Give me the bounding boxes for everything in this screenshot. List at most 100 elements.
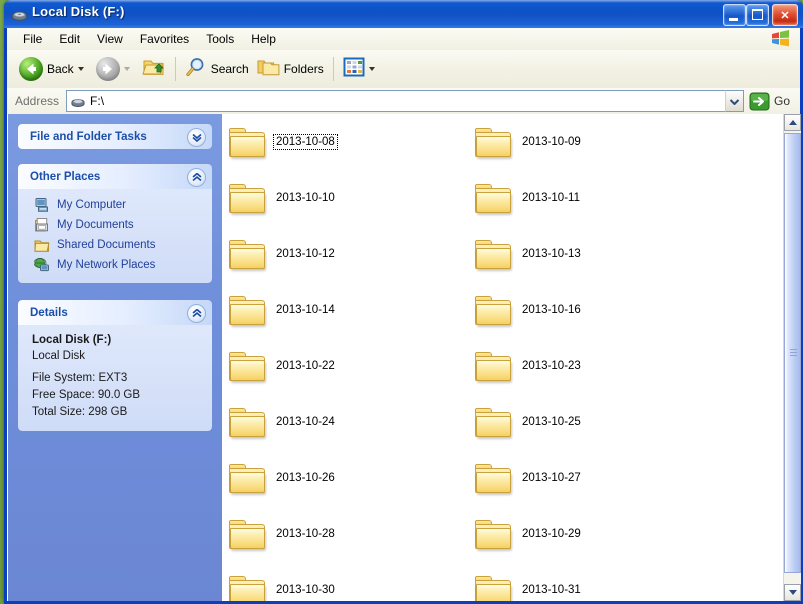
close-button[interactable]: ✕ xyxy=(772,4,798,26)
hard-disk-icon xyxy=(70,94,86,108)
file-item[interactable]: 2013-10-13 xyxy=(468,226,714,282)
chevron-up-icon[interactable] xyxy=(187,168,206,187)
minimize-button[interactable] xyxy=(723,4,746,26)
file-item[interactable]: 2013-10-10 xyxy=(222,170,468,226)
panel-title-details: Details xyxy=(30,307,68,319)
file-item[interactable]: 2013-10-26 xyxy=(222,450,468,506)
details-free-space: Free Space: 90.0 GB xyxy=(32,387,212,404)
folders-label: Folders xyxy=(284,62,324,76)
file-item-label: 2013-10-08 xyxy=(274,135,337,149)
folder-icon xyxy=(228,406,266,438)
scroll-down-icon xyxy=(789,590,797,595)
task-pane: File and Folder Tasks Other Places xyxy=(8,114,222,601)
menu-item-edit[interactable]: Edit xyxy=(51,30,88,48)
forward-dropdown-icon[interactable] xyxy=(124,67,130,71)
file-item[interactable]: 2013-10-29 xyxy=(468,506,714,562)
my-network-places-icon xyxy=(34,257,50,273)
search-button[interactable]: Search xyxy=(181,53,253,85)
place-label-my-documents: My Documents xyxy=(57,219,134,231)
file-item[interactable]: 2013-10-09 xyxy=(468,114,714,170)
folder-icon xyxy=(228,238,266,270)
client-area: File and Folder Tasks Other Places xyxy=(7,114,801,601)
chevron-up-icon[interactable] xyxy=(187,304,206,323)
file-item-label: 2013-10-13 xyxy=(520,247,583,261)
shared-documents-icon xyxy=(34,237,50,253)
scroll-down-button[interactable] xyxy=(784,584,801,601)
place-link-my-documents[interactable]: My Documents xyxy=(18,215,212,235)
file-item[interactable]: 2013-10-27 xyxy=(468,450,714,506)
place-link-shared-documents[interactable]: Shared Documents xyxy=(18,235,212,255)
file-item[interactable]: 2013-10-25 xyxy=(468,394,714,450)
place-link-my-computer[interactable]: My Computer xyxy=(18,195,212,215)
views-dropdown-icon[interactable] xyxy=(369,67,375,71)
scrollbar-thumb[interactable] xyxy=(784,133,801,573)
file-item-label: 2013-10-12 xyxy=(274,247,337,261)
file-item[interactable]: 2013-10-24 xyxy=(222,394,468,450)
file-item[interactable]: 2013-10-22 xyxy=(222,338,468,394)
address-label: Address xyxy=(7,94,66,108)
file-item[interactable]: 2013-10-23 xyxy=(468,338,714,394)
my-documents-icon xyxy=(34,217,50,233)
up-button[interactable] xyxy=(138,53,170,85)
file-item-label: 2013-10-11 xyxy=(520,191,582,205)
file-item[interactable]: 2013-10-11 xyxy=(468,170,714,226)
views-button[interactable] xyxy=(339,53,383,85)
file-item-label: 2013-10-30 xyxy=(274,583,337,597)
panel-header-details[interactable]: Details xyxy=(18,300,212,325)
folders-button[interactable]: Folders xyxy=(253,53,328,85)
file-grid: 2013-10-08 2013-10-09 2013-10-10 2013-10-11… xyxy=(222,114,784,601)
forward-arrow-icon xyxy=(96,57,120,81)
place-label-shared-documents: Shared Documents xyxy=(57,239,155,251)
panel-header-other-places[interactable]: Other Places xyxy=(18,164,212,189)
menu-item-favorites[interactable]: Favorites xyxy=(132,30,197,48)
menu-item-file[interactable]: File xyxy=(15,30,50,48)
panel-title-file-and-folder-tasks: File and Folder Tasks xyxy=(30,131,147,143)
file-item-label: 2013-10-27 xyxy=(520,471,583,485)
magnifier-icon xyxy=(185,56,207,83)
back-dropdown-icon[interactable] xyxy=(78,67,84,71)
panel-details: Details Local Disk (F:) Local Disk File … xyxy=(18,300,212,431)
menu-item-help[interactable]: Help xyxy=(243,30,284,48)
address-input[interactable]: F:\ xyxy=(66,90,725,112)
file-item[interactable]: 2013-10-14 xyxy=(222,282,468,338)
panel-body-other-places: My Computer My Documents xyxy=(18,189,212,283)
file-item[interactable]: 2013-10-16 xyxy=(468,282,714,338)
menu-item-view[interactable]: View xyxy=(89,30,131,48)
windows-flag-icon xyxy=(762,28,798,49)
file-item-label: 2013-10-29 xyxy=(520,527,583,541)
window-title: Local Disk (F:) xyxy=(32,4,125,19)
folder-icon xyxy=(474,462,512,494)
maximize-button[interactable] xyxy=(746,4,769,26)
place-link-my-network-places[interactable]: My Network Places xyxy=(18,255,212,275)
folder-icon xyxy=(474,238,512,270)
scrollbar-track[interactable] xyxy=(784,131,801,584)
back-label: Back xyxy=(47,62,74,76)
file-item[interactable]: 2013-10-28 xyxy=(222,506,468,562)
file-item[interactable]: 2013-10-12 xyxy=(222,226,468,282)
folders-icon xyxy=(257,57,280,82)
folder-icon xyxy=(474,406,512,438)
file-item[interactable]: 2013-10-08 xyxy=(222,114,468,170)
folder-icon xyxy=(228,574,266,601)
folder-icon xyxy=(474,182,512,214)
file-item[interactable]: 2013-10-31 xyxy=(468,562,714,601)
scroll-up-button[interactable] xyxy=(784,114,801,131)
forward-button[interactable] xyxy=(92,53,138,85)
address-dropdown-button[interactable] xyxy=(725,90,744,112)
file-item-label: 2013-10-16 xyxy=(520,303,583,317)
views-icon xyxy=(343,57,365,82)
panel-file-and-folder-tasks: File and Folder Tasks xyxy=(18,124,212,149)
file-item-label: 2013-10-26 xyxy=(274,471,337,485)
back-button[interactable]: Back xyxy=(15,53,92,85)
go-button[interactable]: Go xyxy=(744,92,796,111)
file-item[interactable]: 2013-10-30 xyxy=(222,562,468,601)
file-list[interactable]: 2013-10-08 2013-10-09 2013-10-10 2013-10-11… xyxy=(222,114,784,601)
vertical-scrollbar[interactable] xyxy=(783,114,801,601)
title-bar[interactable]: Local Disk (F:) ✕ xyxy=(4,0,803,28)
panel-header-file-and-folder-tasks[interactable]: File and Folder Tasks xyxy=(18,124,212,149)
menu-item-tools[interactable]: Tools xyxy=(198,30,242,48)
file-item-label: 2013-10-10 xyxy=(274,191,337,205)
chevron-down-icon[interactable] xyxy=(187,128,206,147)
file-item-label: 2013-10-14 xyxy=(274,303,337,317)
search-label: Search xyxy=(211,62,249,76)
